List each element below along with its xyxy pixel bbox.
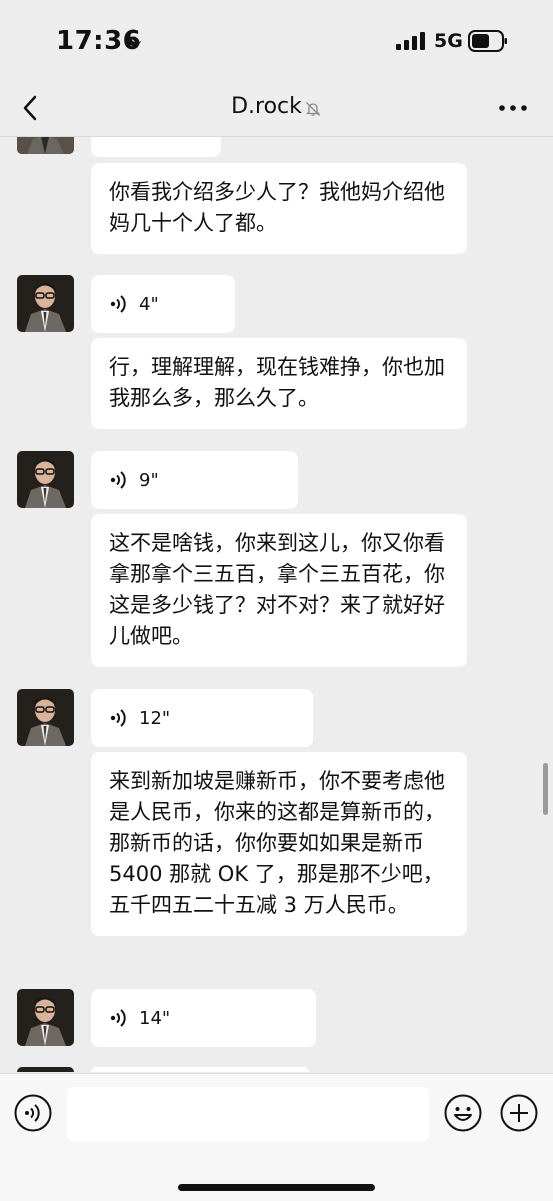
voice-duration: 12" xyxy=(139,708,171,729)
message-bubble-partial[interactable] xyxy=(91,137,221,157)
network-type: 5G xyxy=(434,30,463,52)
avatar[interactable] xyxy=(17,137,74,154)
voice-duration: 14" xyxy=(139,1008,171,1029)
signal-icon xyxy=(396,32,425,50)
nav-bar: D.rock xyxy=(0,80,553,137)
home-indicator xyxy=(178,1184,375,1191)
message-bubble[interactable]: 来到新加坡是赚新币，你不要考虑他是人民币，你来的这都是算新币的，那新币的话，你你… xyxy=(91,752,467,936)
voice-icon xyxy=(110,1009,126,1027)
message-input[interactable] xyxy=(67,1087,429,1141)
voice-duration: 4" xyxy=(139,294,159,315)
message-text: 你看我介绍多少人了？我他妈介绍他妈几十个人了都。 xyxy=(109,180,445,235)
message-bubble-partial[interactable] xyxy=(91,1067,309,1072)
voice-input-toggle-icon[interactable] xyxy=(14,1094,52,1132)
message-text: 来到新加坡是赚新币，你不要考虑他是人民币，你来的这都是算新币的，那新币的话，你你… xyxy=(109,769,445,917)
message-text: 行，理解理解，现在钱难挣，你也加我那么多，那么久了。 xyxy=(109,355,445,410)
moon-icon xyxy=(125,29,142,46)
voice-message-bubble[interactable]: 14" xyxy=(91,989,316,1047)
voice-icon xyxy=(110,471,126,489)
message-bubble[interactable]: 你看我介绍多少人了？我他妈介绍他妈几十个人了都。 xyxy=(91,163,467,254)
voice-message-bubble[interactable]: 9" xyxy=(91,451,298,509)
input-bar xyxy=(0,1073,553,1201)
mute-icon xyxy=(305,101,320,116)
message-bubble[interactable]: 这不是啥钱，你来到这儿，你又你看拿那拿个三五百，拿个三五百花，你这是多少钱了？对… xyxy=(91,514,467,667)
emoji-icon[interactable] xyxy=(444,1094,482,1132)
chat-title-wrap: D.rock xyxy=(0,94,553,119)
message-bubble[interactable]: 行，理解理解，现在钱难挣，你也加我那么多，那么久了。 xyxy=(91,338,467,429)
scrollbar-thumb[interactable] xyxy=(543,763,548,815)
more-icon[interactable] xyxy=(498,104,528,112)
message-text: 这不是啥钱，你来到这儿，你又你看拿那拿个三五百，拿个三五百花，你这是多少钱了？对… xyxy=(109,531,445,648)
voice-message-bubble[interactable]: 4" xyxy=(91,275,235,333)
avatar[interactable] xyxy=(17,989,74,1046)
message-list[interactable]: 你看我介绍多少人了？我他妈介绍他妈几十个人了都。 4" 行，理解理解，现在钱难挣… xyxy=(0,137,553,1072)
status-bar: 17:36 5G xyxy=(0,0,553,80)
voice-duration: 9" xyxy=(139,470,159,491)
avatar[interactable] xyxy=(17,1067,74,1072)
voice-icon xyxy=(110,709,126,727)
voice-icon xyxy=(110,295,126,313)
avatar[interactable] xyxy=(17,689,74,746)
avatar[interactable] xyxy=(17,275,74,332)
voice-message-bubble[interactable]: 12" xyxy=(91,689,313,747)
chat-title: D.rock xyxy=(231,94,302,119)
avatar[interactable] xyxy=(17,451,74,508)
plus-icon[interactable] xyxy=(500,1094,538,1132)
battery-icon xyxy=(468,30,507,52)
